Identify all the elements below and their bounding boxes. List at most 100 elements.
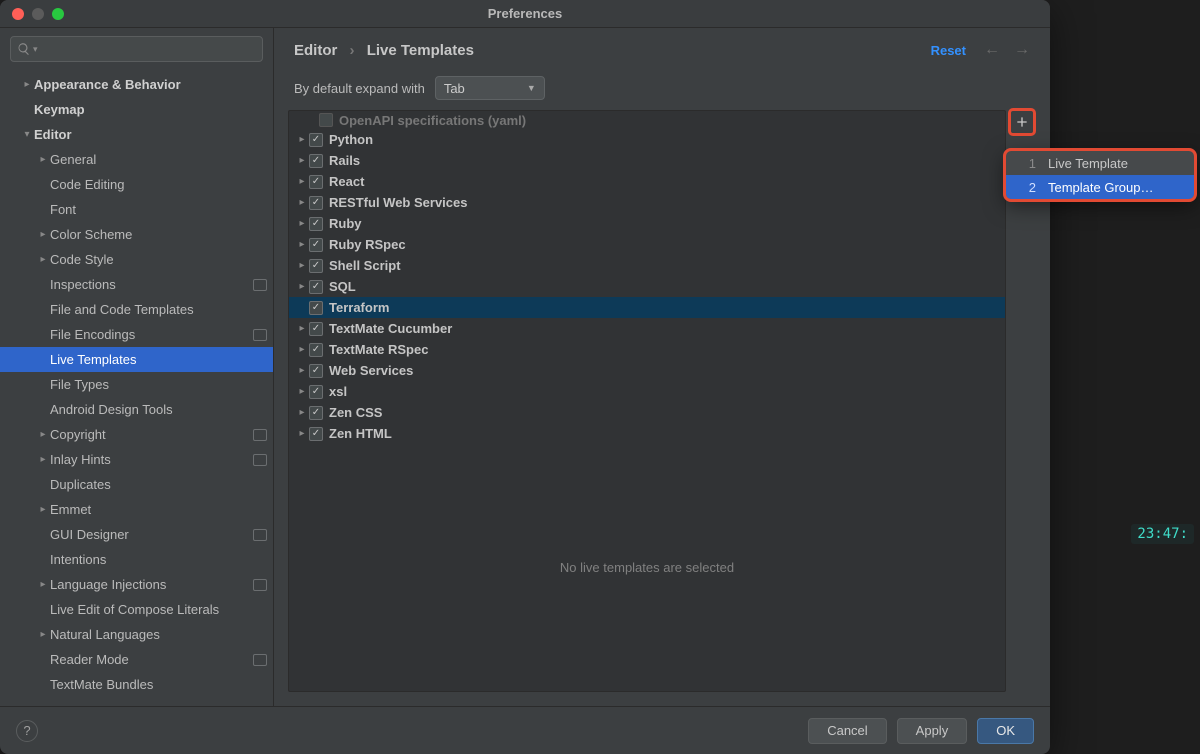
add-popup-menu[interactable]: 1Live Template2Template Group… — [1005, 150, 1195, 200]
chevron-right-icon: ▸ — [295, 197, 309, 208]
template-group-row-sql[interactable]: ▸SQL — [289, 276, 1005, 297]
chevron-right-icon: ▸ — [36, 504, 50, 515]
sidebar-item-font[interactable]: Font — [0, 197, 273, 222]
sidebar-item-color-scheme[interactable]: ▸Color Scheme — [0, 222, 273, 247]
sidebar-item-live-edit-of-compose-literals[interactable]: Live Edit of Compose Literals — [0, 597, 273, 622]
sidebar-item-android-design-tools[interactable]: Android Design Tools — [0, 397, 273, 422]
template-group-label: Shell Script — [329, 258, 401, 273]
popup-item-template-group-[interactable]: 2Template Group… — [1006, 175, 1194, 199]
sidebar-item-keymap[interactable]: Keymap — [0, 97, 273, 122]
scope-badge-icon — [253, 654, 267, 666]
template-group-row-zen-html[interactable]: ▸Zen HTML — [289, 423, 1005, 444]
checkbox[interactable] — [309, 238, 323, 252]
checkbox[interactable] — [309, 427, 323, 441]
template-group-row-ruby[interactable]: ▸Ruby — [289, 213, 1005, 234]
empty-selection-message: No live templates are selected — [289, 444, 1005, 691]
template-group-row-shell-script[interactable]: ▸Shell Script — [289, 255, 1005, 276]
sidebar-item-inlay-hints[interactable]: ▸Inlay Hints — [0, 447, 273, 472]
ok-button[interactable]: OK — [977, 718, 1034, 744]
apply-button[interactable]: Apply — [897, 718, 968, 744]
template-group-label: Zen CSS — [329, 405, 382, 420]
breadcrumb-separator-icon: › — [350, 42, 355, 59]
sidebar-item-file-encodings[interactable]: File Encodings — [0, 322, 273, 347]
add-button[interactable] — [1010, 110, 1034, 134]
reset-link[interactable]: Reset — [931, 43, 966, 58]
template-group-row-textmate-cucumber[interactable]: ▸TextMate Cucumber — [289, 318, 1005, 339]
sidebar-item-textmate-bundles[interactable]: TextMate Bundles — [0, 672, 273, 697]
help-icon: ? — [23, 723, 30, 738]
checkbox[interactable] — [309, 217, 323, 231]
sidebar-item-editor[interactable]: ▾Editor — [0, 122, 273, 147]
search-input[interactable]: ▾ — [10, 36, 263, 62]
template-group-label: Ruby RSpec — [329, 237, 406, 252]
scope-badge-icon — [253, 279, 267, 291]
sidebar-item-label: File Encodings — [50, 327, 135, 342]
checkbox[interactable] — [309, 301, 323, 315]
sidebar-item-appearance-behavior[interactable]: ▸Appearance & Behavior — [0, 72, 273, 97]
template-groups-list[interactable]: OpenAPI specifications (yaml)▸Python▸Rai… — [289, 111, 1005, 444]
checkbox[interactable] — [309, 259, 323, 273]
template-group-row-terraform[interactable]: ▸Terraform — [289, 297, 1005, 318]
sidebar-item-label: Android Design Tools — [50, 402, 173, 417]
chevron-right-icon: ▸ — [36, 454, 50, 465]
checkbox[interactable] — [309, 343, 323, 357]
checkbox[interactable] — [309, 196, 323, 210]
sidebar-item-label: Color Scheme — [50, 227, 132, 242]
scope-badge-icon — [253, 529, 267, 541]
chevron-right-icon: ▸ — [295, 281, 309, 292]
sidebar-item-general[interactable]: ▸General — [0, 147, 273, 172]
help-button[interactable]: ? — [16, 720, 38, 742]
sidebar: ▾ ▸Appearance & BehaviorKeymap▾Editor▸Ge… — [0, 28, 274, 706]
checkbox[interactable] — [309, 280, 323, 294]
checkbox[interactable] — [309, 385, 323, 399]
nav-back-icon[interactable]: ← — [984, 41, 1000, 59]
checkbox[interactable] — [309, 364, 323, 378]
template-group-row-zen-css[interactable]: ▸Zen CSS — [289, 402, 1005, 423]
breadcrumb: Editor › Live Templates — [294, 42, 474, 59]
sidebar-item-duplicates[interactable]: Duplicates — [0, 472, 273, 497]
sidebar-item-file-and-code-templates[interactable]: File and Code Templates — [0, 297, 273, 322]
sidebar-item-gui-designer[interactable]: GUI Designer — [0, 522, 273, 547]
nav-forward-icon[interactable]: → — [1014, 41, 1030, 59]
sidebar-item-code-editing[interactable]: Code Editing — [0, 172, 273, 197]
template-group-row-textmate-rspec[interactable]: ▸TextMate RSpec — [289, 339, 1005, 360]
sidebar-item-intentions[interactable]: Intentions — [0, 547, 273, 572]
popup-item-label: Live Template — [1048, 156, 1128, 171]
cancel-button[interactable]: Cancel — [808, 718, 886, 744]
chevron-right-icon: ▸ — [36, 154, 50, 165]
sidebar-item-label: Code Editing — [50, 177, 124, 192]
template-group-row-xsl[interactable]: ▸xsl — [289, 381, 1005, 402]
sidebar-item-copyright[interactable]: ▸Copyright — [0, 422, 273, 447]
checkbox[interactable] — [319, 113, 333, 127]
settings-tree[interactable]: ▸Appearance & BehaviorKeymap▾Editor▸Gene… — [0, 70, 273, 706]
checkbox[interactable] — [309, 406, 323, 420]
sidebar-item-label: Natural Languages — [50, 627, 160, 642]
expand-with-select[interactable]: Tab ▼ — [435, 76, 545, 100]
sidebar-item-code-style[interactable]: ▸Code Style — [0, 247, 273, 272]
template-group-row-restful-web-services[interactable]: ▸RESTful Web Services — [289, 192, 1005, 213]
sidebar-item-emmet[interactable]: ▸Emmet — [0, 497, 273, 522]
template-group-row-partial[interactable]: OpenAPI specifications (yaml) — [289, 111, 1005, 129]
template-group-row-rails[interactable]: ▸Rails — [289, 150, 1005, 171]
popup-item-live-template[interactable]: 1Live Template — [1006, 151, 1194, 175]
template-group-row-python[interactable]: ▸Python — [289, 129, 1005, 150]
template-group-row-ruby-rspec[interactable]: ▸Ruby RSpec — [289, 234, 1005, 255]
sidebar-item-live-templates[interactable]: Live Templates — [0, 347, 273, 372]
sidebar-item-reader-mode[interactable]: Reader Mode — [0, 647, 273, 672]
chevron-right-icon: ▸ — [295, 176, 309, 187]
template-group-row-web-services[interactable]: ▸Web Services — [289, 360, 1005, 381]
sidebar-item-inspections[interactable]: Inspections — [0, 272, 273, 297]
sidebar-item-language-injections[interactable]: ▸Language Injections — [0, 572, 273, 597]
sidebar-item-natural-languages[interactable]: ▸Natural Languages — [0, 622, 273, 647]
checkbox[interactable] — [309, 175, 323, 189]
template-group-label: React — [329, 174, 364, 189]
sidebar-item-file-types[interactable]: File Types — [0, 372, 273, 397]
template-group-row-react[interactable]: ▸ React — [289, 171, 1005, 192]
checkbox[interactable] — [309, 154, 323, 168]
sidebar-item-label: Editor — [34, 127, 72, 142]
chevron-down-icon: ▼ — [527, 83, 536, 93]
checkbox[interactable] — [309, 133, 323, 147]
checkbox[interactable] — [309, 322, 323, 336]
template-group-label: Terraform — [329, 300, 389, 315]
sidebar-item-label: File and Code Templates — [50, 302, 194, 317]
